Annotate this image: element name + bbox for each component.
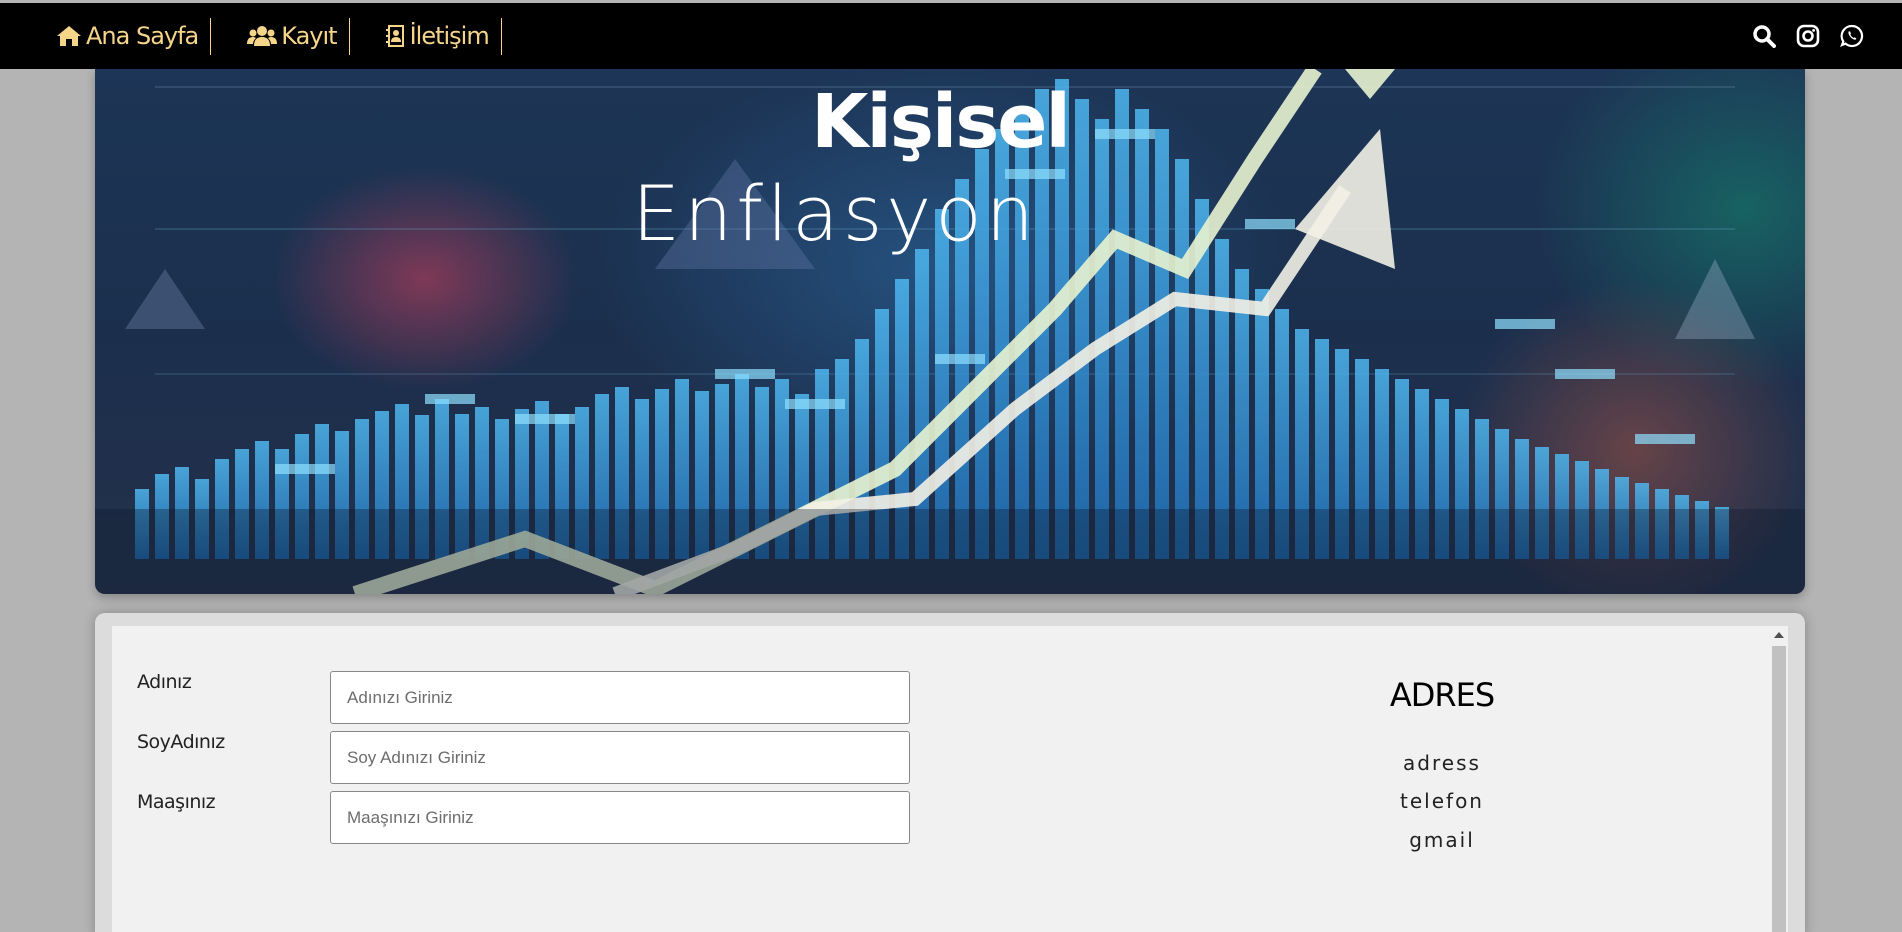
last-name-input[interactable] <box>330 731 910 784</box>
first-name-input[interactable] <box>330 671 910 724</box>
nav-label-contact: İletişim <box>409 22 490 50</box>
first-name-label: Adınız <box>137 671 192 693</box>
whatsapp-icon[interactable] <box>1840 24 1864 48</box>
search-icon[interactable] <box>1752 24 1776 48</box>
instagram-icon[interactable] <box>1796 24 1820 48</box>
hero-banner: Kişisel Enflasyon <box>95 69 1805 594</box>
nav-item-contact[interactable]: İletişim <box>350 3 501 69</box>
salary-label: Maaşınız <box>137 791 216 813</box>
scrollbar-thumb[interactable] <box>1772 646 1786 932</box>
nav-social <box>1752 3 1864 69</box>
nav-label-register: Kayıt <box>281 22 337 50</box>
form-card: Adınız SoyAdınız Maaşınız ADRES adress t… <box>95 613 1805 932</box>
nav-divider <box>500 17 502 55</box>
address-title: ADRES <box>1389 676 1495 714</box>
contact-book-icon <box>385 25 404 47</box>
nav-menu: Ana Sayfa Kayıt İletişim <box>56 3 502 69</box>
salary-input[interactable] <box>330 791 910 844</box>
form-panel: Adınız SoyAdınız Maaşınız ADRES adress t… <box>112 626 1788 932</box>
home-icon <box>57 26 81 46</box>
nav-item-home[interactable]: Ana Sayfa <box>56 3 210 69</box>
email-line: gmail <box>1409 828 1475 852</box>
hero-subtitle: Enflasyon <box>632 169 1038 258</box>
address-line: adress <box>1403 751 1481 775</box>
scrollbar[interactable] <box>1770 626 1788 932</box>
nav-item-register[interactable]: Kayıt <box>211 3 348 69</box>
users-icon <box>247 26 278 46</box>
last-name-label: SoyAdınız <box>137 731 225 753</box>
scroll-up-arrow-icon[interactable] <box>1774 632 1784 638</box>
phone-line: telefon <box>1400 789 1484 813</box>
hero-title: Kişisel <box>811 79 1071 165</box>
top-navbar: Ana Sayfa Kayıt İletişim <box>0 3 1902 69</box>
nav-label-home: Ana Sayfa <box>86 22 199 50</box>
